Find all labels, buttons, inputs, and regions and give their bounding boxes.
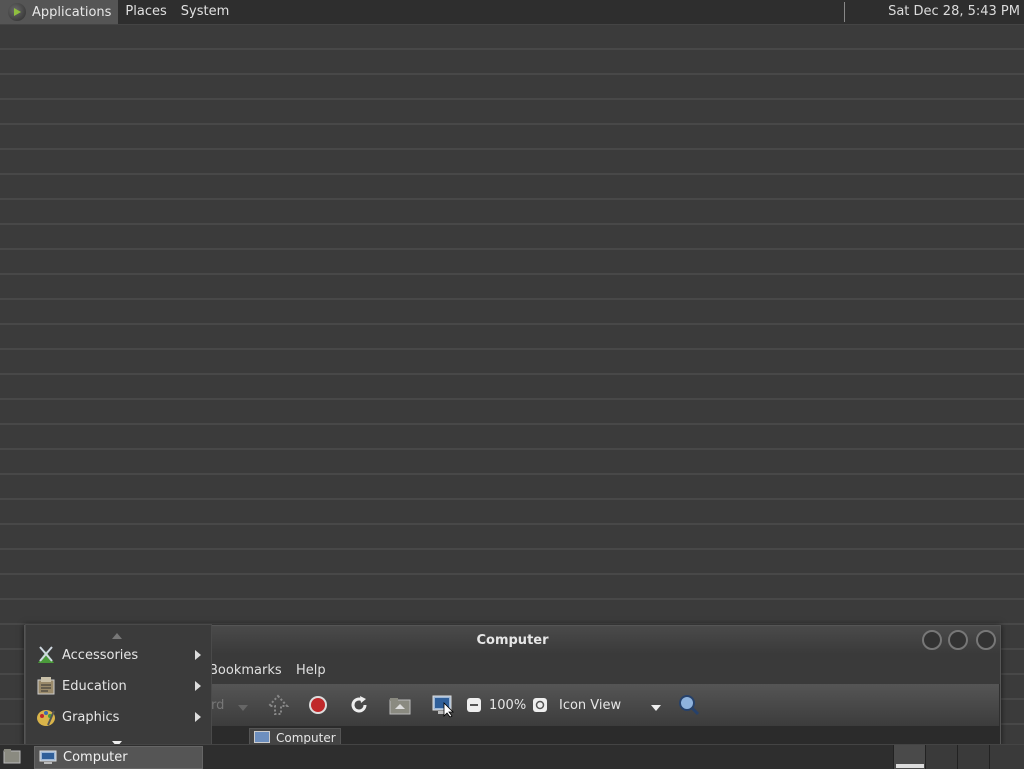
submenu-arrow-icon bbox=[195, 681, 201, 691]
panel-separator bbox=[844, 2, 845, 22]
menu-item-graphics[interactable]: Graphics bbox=[26, 702, 211, 732]
zoom-out-button[interactable] bbox=[466, 697, 482, 717]
menu-item-label: Accessories bbox=[62, 647, 139, 663]
computer-button[interactable] bbox=[431, 694, 455, 722]
taskbar-button-label: Computer bbox=[63, 750, 128, 765]
workspace-3[interactable] bbox=[957, 745, 989, 769]
workspace-window-thumbnail bbox=[896, 764, 924, 768]
graphics-icon bbox=[36, 707, 56, 727]
applications-menu[interactable]: Applications bbox=[0, 0, 119, 24]
bottom-panel: Computer bbox=[0, 744, 1024, 769]
bookmarks-menu[interactable]: Bookmarks bbox=[209, 654, 282, 688]
places-menu[interactable]: Places bbox=[118, 0, 173, 24]
clock[interactable]: Sat Dec 28, 5:43 PM bbox=[888, 0, 1020, 24]
zoom-level[interactable]: 100% bbox=[489, 684, 526, 728]
view-mode-dropdown-icon[interactable] bbox=[651, 702, 661, 717]
top-panel: Applications Places System Sat Dec 28, 5… bbox=[0, 0, 1024, 25]
computer-icon bbox=[254, 731, 270, 743]
reload-button[interactable] bbox=[349, 695, 369, 719]
stop-button[interactable] bbox=[308, 695, 328, 719]
up-button[interactable] bbox=[266, 694, 290, 720]
menu-item-education[interactable]: Education bbox=[26, 671, 211, 701]
close-button[interactable] bbox=[976, 630, 996, 650]
search-icon[interactable] bbox=[678, 694, 700, 720]
location-label: Computer bbox=[276, 731, 336, 745]
education-icon bbox=[36, 676, 56, 696]
view-mode-select[interactable]: Icon View bbox=[559, 684, 621, 728]
workspace-2[interactable] bbox=[925, 745, 957, 769]
taskbar-button-computer[interactable]: Computer bbox=[34, 746, 203, 769]
workspace-4[interactable] bbox=[989, 745, 1024, 769]
zoom-in-button[interactable] bbox=[532, 697, 548, 717]
forward-dropdown-icon[interactable] bbox=[238, 702, 248, 717]
home-folder-button[interactable] bbox=[389, 695, 411, 719]
forward-button-label[interactable]: rd bbox=[211, 684, 224, 728]
workspace-1[interactable] bbox=[893, 745, 925, 769]
menu-item-label: Graphics bbox=[62, 709, 120, 725]
minimize-button[interactable] bbox=[922, 630, 942, 650]
show-desktop-icon[interactable] bbox=[3, 748, 21, 768]
applications-menu-label: Applications bbox=[32, 4, 112, 20]
accessories-icon bbox=[36, 645, 56, 665]
maximize-button[interactable] bbox=[948, 630, 968, 650]
menu-item-accessories[interactable]: Accessories bbox=[26, 640, 211, 670]
help-menu[interactable]: Help bbox=[296, 654, 326, 688]
menu-item-label: Education bbox=[62, 678, 127, 694]
system-menu[interactable]: System bbox=[174, 0, 236, 24]
submenu-arrow-icon bbox=[195, 650, 201, 660]
distro-logo-icon bbox=[8, 3, 26, 21]
applications-dropdown-menu: Accessories Education Graphics bbox=[25, 624, 212, 747]
computer-icon bbox=[39, 750, 57, 769]
submenu-arrow-icon bbox=[195, 712, 201, 722]
